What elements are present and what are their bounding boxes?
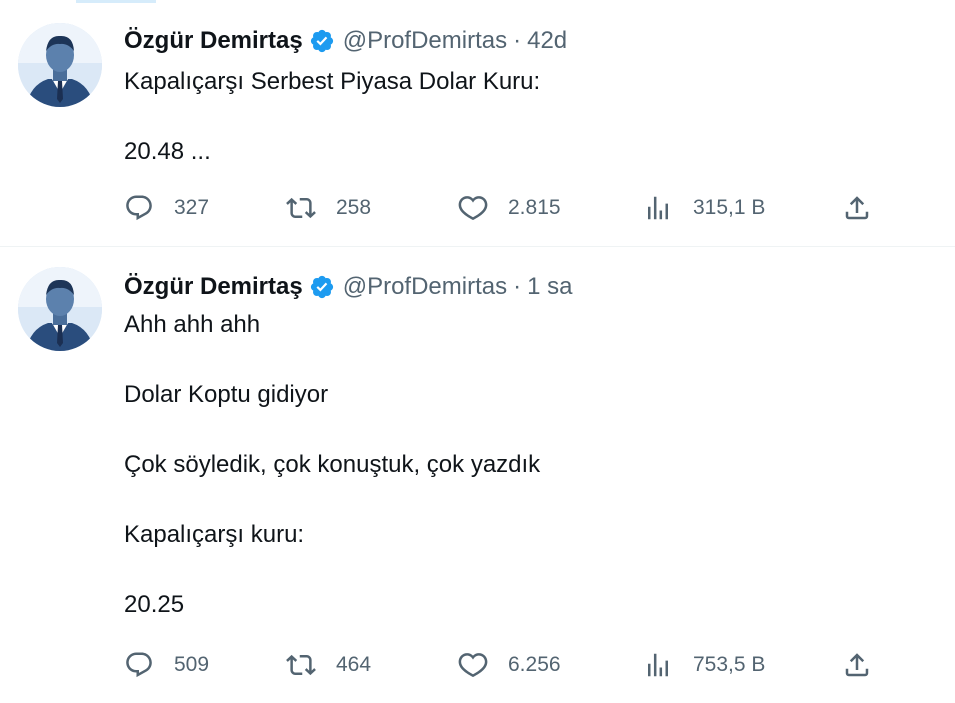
retweet-count: 258 [336,196,372,219]
views-chart-icon [643,193,673,223]
views-chart-icon [643,650,673,680]
share-icon [842,193,872,223]
author-name[interactable]: Özgür Demirtaş [124,273,303,301]
retweet-button[interactable]: 464 [286,645,371,685]
tweet-paragraph: Ahh ahh ahh [124,311,261,338]
reply-button[interactable]: 509 [124,645,209,685]
reply-button[interactable]: 327 [124,188,209,228]
reply-icon [124,193,154,223]
like-button[interactable]: 2.815 [458,188,561,228]
views-button[interactable]: 315,1 B [643,188,765,228]
tweet-paragraph: Çok söyledik, çok konuştuk, çok yazdık [124,451,541,478]
verified-badge-icon [309,274,335,300]
tweet-header: Özgür Demirtaş @ProfDemirtas · 1 sa [124,270,572,304]
separator-dot: · [513,27,522,54]
retweet-icon [286,650,316,680]
share-button[interactable] [842,188,872,228]
tweet-paragraph: Kapalıçarşı Serbest Piyasa Dolar Kuru: [124,68,541,95]
retweet-icon [286,193,316,223]
tweet-paragraph: 20.25 [124,591,185,618]
reply-count: 327 [174,196,210,219]
like-button[interactable]: 6.256 [458,645,561,685]
verified-badge-icon [309,28,335,54]
reply-count: 509 [174,653,210,676]
tweet-text: Kapalıçarşı Serbest Piyasa Dolar Kuru: 2… [124,64,540,169]
like-count: 6.256 [508,653,561,676]
author-handle[interactable]: @ProfDemirtas [343,273,507,301]
tweet[interactable]: Özgür Demirtaş @ProfDemirtas · 1 sa Ahh … [0,247,955,703]
views-button[interactable]: 753,5 B [643,645,765,685]
tweet[interactable]: Özgür Demirtaş @ProfDemirtas · 42d Kapal… [0,0,955,246]
tweet-paragraph: Kapalıçarşı kuru: [124,521,305,548]
retweet-button[interactable]: 258 [286,188,371,228]
avatar[interactable] [18,267,102,351]
author-name[interactable]: Özgür Demirtaş [124,27,303,55]
share-button[interactable] [842,645,872,685]
tweet-actions: 509 464 6.256 753,5 B [0,645,955,685]
tweet-actions: 327 258 2.815 315,1 B [0,188,955,228]
tweet-paragraph: Dolar Koptu gidiyor [124,381,329,408]
heart-icon [458,193,488,223]
tweet-text: Ahh ahh ahh Dolar Koptu gidiyor Çok söyl… [124,307,540,622]
retweet-count: 464 [336,653,372,676]
tweet-header: Özgür Demirtaş @ProfDemirtas · 42d [124,24,567,58]
views-count: 315,1 B [693,196,766,219]
avatar[interactable] [18,23,102,107]
separator-dot: · [513,273,522,300]
reply-icon [124,650,154,680]
author-handle[interactable]: @ProfDemirtas [343,27,507,55]
heart-icon [458,650,488,680]
tweet-paragraph: 20.48 ... [124,138,211,165]
timestamp[interactable]: 42d [527,27,567,55]
views-count: 753,5 B [693,653,766,676]
share-icon [842,650,872,680]
timestamp[interactable]: 1 sa [527,273,572,301]
like-count: 2.815 [508,196,561,219]
